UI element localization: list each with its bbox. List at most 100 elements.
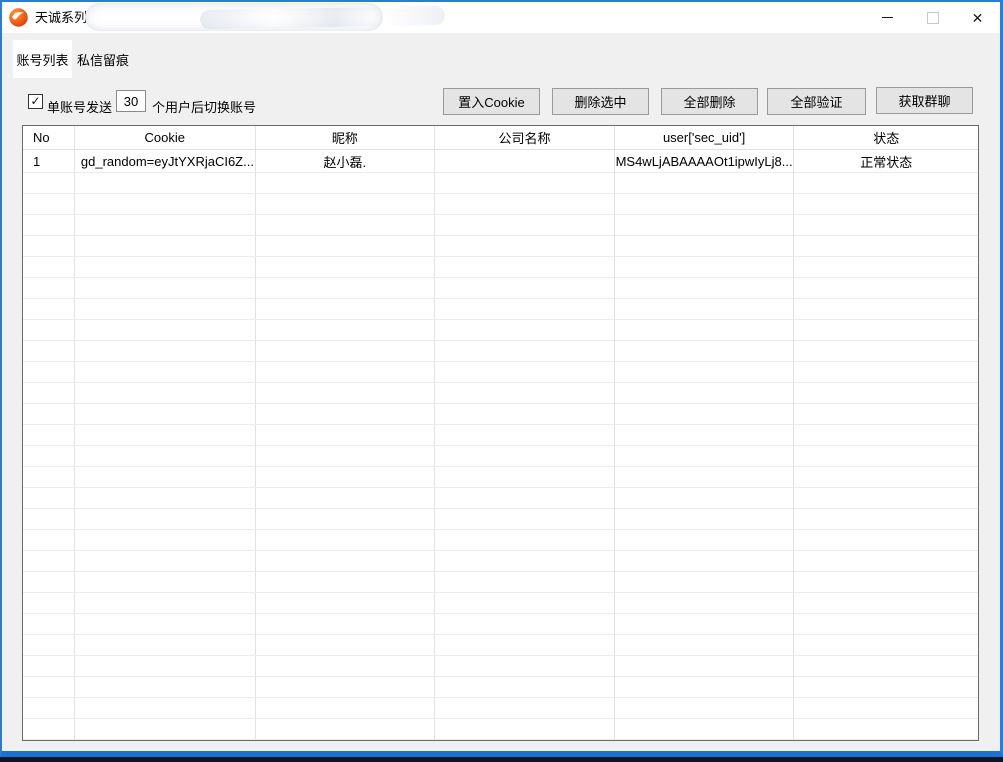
empty-cell bbox=[256, 383, 436, 403]
empty-cell bbox=[75, 551, 256, 571]
empty-cell bbox=[23, 530, 75, 550]
single-account-send-label[interactable]: 单账号发送 bbox=[47, 97, 112, 116]
empty-cell bbox=[75, 467, 256, 487]
verify-all-button[interactable]: 全部验证 bbox=[767, 88, 866, 115]
empty-row bbox=[23, 236, 978, 257]
empty-cell bbox=[23, 383, 75, 403]
empty-cell bbox=[435, 299, 615, 319]
empty-cell bbox=[615, 425, 795, 445]
empty-row bbox=[23, 299, 978, 320]
empty-cell bbox=[23, 740, 75, 741]
get-group-chat-button[interactable]: 获取群聊 bbox=[876, 87, 973, 114]
empty-cell bbox=[75, 677, 256, 697]
empty-cell bbox=[256, 614, 436, 634]
maximize-button[interactable] bbox=[910, 2, 955, 33]
column-header-nickname[interactable]: 昵称 bbox=[256, 126, 436, 149]
column-header-cookie[interactable]: Cookie bbox=[75, 126, 256, 149]
empty-cell bbox=[435, 425, 615, 445]
minimize-button[interactable] bbox=[865, 2, 910, 33]
switch-count-input[interactable] bbox=[116, 90, 146, 112]
empty-cell bbox=[615, 236, 795, 256]
app-icon bbox=[9, 8, 28, 27]
empty-cell bbox=[435, 593, 615, 613]
empty-cell bbox=[615, 614, 795, 634]
empty-row bbox=[23, 740, 978, 741]
empty-cell bbox=[256, 740, 436, 741]
empty-cell bbox=[435, 530, 615, 550]
empty-cell bbox=[256, 635, 436, 655]
empty-cell bbox=[435, 404, 615, 424]
empty-cell bbox=[435, 677, 615, 697]
empty-row bbox=[23, 341, 978, 362]
empty-cell bbox=[794, 740, 978, 741]
single-account-checkbox[interactable]: ✓ bbox=[28, 94, 43, 109]
empty-cell bbox=[794, 425, 978, 445]
column-header-status[interactable]: 状态 bbox=[794, 126, 978, 149]
empty-cell bbox=[794, 404, 978, 424]
column-header-company[interactable]: 公司名称 bbox=[435, 126, 615, 149]
title-bar: 天诚系列 ✕ bbox=[2, 2, 1000, 33]
empty-cell bbox=[615, 572, 795, 592]
empty-cell bbox=[75, 572, 256, 592]
tab-account-list[interactable]: 账号列表 bbox=[13, 40, 72, 78]
empty-cell bbox=[794, 362, 978, 382]
empty-cell bbox=[256, 173, 436, 193]
empty-cell bbox=[256, 593, 436, 613]
empty-cell bbox=[75, 404, 256, 424]
empty-cell bbox=[23, 299, 75, 319]
table-header-row: No Cookie 昵称 公司名称 user['sec_uid'] 状态 bbox=[23, 126, 978, 150]
table-row[interactable]: 1 gd_random=eyJtYXRjaCI6Z... 赵小磊. MS4wLj… bbox=[23, 150, 978, 173]
empty-cell bbox=[23, 635, 75, 655]
empty-cell bbox=[256, 194, 436, 214]
empty-cell bbox=[794, 572, 978, 592]
empty-cell bbox=[615, 173, 795, 193]
empty-cell bbox=[435, 362, 615, 382]
empty-row bbox=[23, 404, 978, 425]
empty-cell bbox=[256, 656, 436, 676]
cell-sec-uid: MS4wLjABAAAAOt1ipwIyLj8... bbox=[615, 150, 795, 172]
empty-cell bbox=[435, 614, 615, 634]
close-button[interactable]: ✕ bbox=[955, 2, 1000, 33]
empty-cell bbox=[615, 215, 795, 235]
empty-cell bbox=[794, 509, 978, 529]
cell-no: 1 bbox=[23, 150, 75, 172]
empty-cell bbox=[75, 635, 256, 655]
empty-cell bbox=[256, 509, 436, 529]
empty-cell bbox=[794, 530, 978, 550]
empty-cell bbox=[75, 236, 256, 256]
window-inner: 天诚系列 ✕ 账号列表 私信留痕 ✓ 单账号发送 30 个用户后切换账号 置入C… bbox=[2, 2, 1000, 751]
empty-cell bbox=[435, 551, 615, 571]
empty-cell bbox=[615, 656, 795, 676]
empty-cell bbox=[435, 446, 615, 466]
empty-cell bbox=[256, 278, 436, 298]
desktop-background: { "window": { "title": "天诚系列" }, "tabs":… bbox=[0, 0, 1003, 762]
delete-all-button[interactable]: 全部删除 bbox=[661, 88, 758, 115]
empty-cell bbox=[794, 173, 978, 193]
empty-cell bbox=[615, 635, 795, 655]
column-header-sec-uid[interactable]: user['sec_uid'] bbox=[615, 126, 795, 149]
empty-cell bbox=[256, 698, 436, 718]
empty-row bbox=[23, 572, 978, 593]
app-window: 天诚系列 ✕ 账号列表 私信留痕 ✓ 单账号发送 30 个用户后切换账号 置入C… bbox=[0, 0, 1003, 757]
empty-cell bbox=[435, 635, 615, 655]
empty-row bbox=[23, 362, 978, 383]
tab-dm-history[interactable]: 私信留痕 bbox=[72, 40, 134, 78]
empty-cell bbox=[256, 236, 436, 256]
empty-cell bbox=[256, 551, 436, 571]
empty-row bbox=[23, 614, 978, 635]
delete-selected-button[interactable]: 删除选中 bbox=[552, 88, 649, 115]
insert-cookie-button[interactable]: 置入Cookie bbox=[443, 88, 540, 115]
column-header-no[interactable]: No bbox=[23, 126, 75, 149]
empty-cell bbox=[75, 425, 256, 445]
empty-cell bbox=[794, 299, 978, 319]
empty-row bbox=[23, 446, 978, 467]
empty-cell bbox=[75, 488, 256, 508]
empty-cell bbox=[23, 572, 75, 592]
empty-cell bbox=[75, 698, 256, 718]
empty-cell bbox=[435, 467, 615, 487]
empty-cell bbox=[615, 194, 795, 214]
empty-cell bbox=[23, 698, 75, 718]
empty-cell bbox=[75, 446, 256, 466]
empty-cell bbox=[615, 488, 795, 508]
empty-cell bbox=[23, 341, 75, 361]
